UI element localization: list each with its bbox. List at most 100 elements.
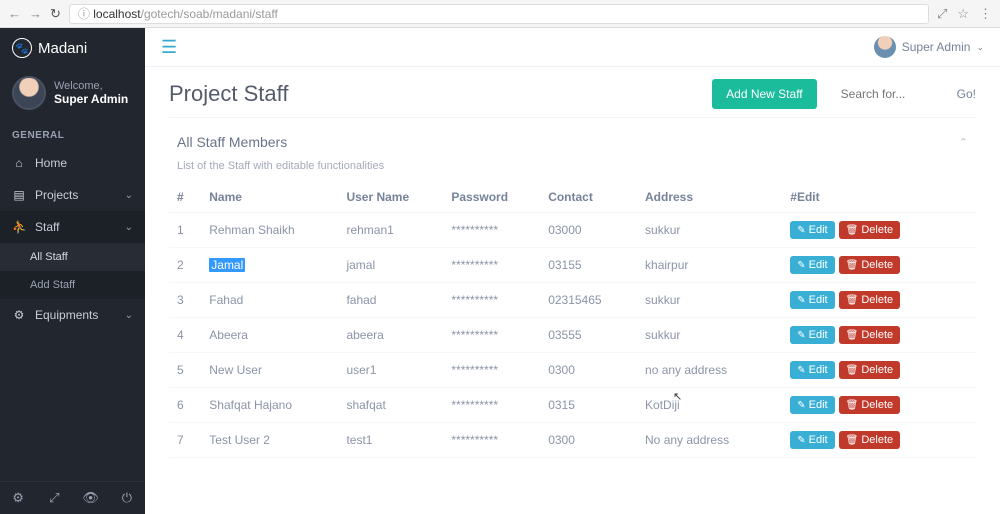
sidebar-item-label: Staff: [35, 220, 59, 234]
chevron-down-icon: ⌄: [125, 190, 133, 201]
cell-username: rehman1: [338, 213, 443, 248]
cell-name: Abeera: [201, 318, 338, 353]
settings-icon[interactable]: ⚙: [0, 481, 36, 514]
paw-icon: 🐾: [12, 38, 32, 58]
cell-contact: 03555: [540, 318, 637, 353]
fullscreen-icon[interactable]: ⤢: [36, 481, 72, 514]
cell-password: **********: [443, 283, 540, 318]
user-name: Super Admin: [54, 92, 128, 106]
edit-button[interactable]: ✎ Edit: [790, 431, 834, 449]
edit-button[interactable]: ✎ Edit: [790, 361, 834, 379]
edit-button[interactable]: ✎ Edit: [790, 291, 834, 309]
hamburger-icon[interactable]: ☰: [161, 37, 177, 58]
col-edit: #Edit: [782, 182, 976, 213]
submenu-all-staff[interactable]: All Staff: [0, 243, 145, 271]
sidebar-item-label: Home: [35, 156, 67, 170]
edit-button[interactable]: ✎ Edit: [790, 221, 834, 239]
chevron-down-icon: ⌄: [125, 222, 133, 233]
gears-icon: ⚙: [12, 308, 26, 322]
cell-num: 6: [169, 388, 201, 423]
cell-name: Shafqat Hajano: [201, 388, 338, 423]
cell-actions: ✎ Edit 🗑 Delete: [782, 283, 976, 318]
power-icon[interactable]: ⏻: [109, 481, 145, 514]
url-path: /gotech/soab/madani/staff: [141, 7, 278, 21]
edit-button[interactable]: ✎ Edit: [790, 256, 834, 274]
cell-password: **********: [443, 213, 540, 248]
pencil-icon: ✎: [797, 400, 805, 411]
trash-icon: 🗑: [846, 435, 859, 446]
cell-username: user1: [338, 353, 443, 388]
submenu-add-staff[interactable]: Add Staff: [0, 271, 145, 299]
zoom-icon[interactable]: ⤢: [937, 6, 947, 22]
pencil-icon: ✎: [797, 225, 805, 236]
cell-address: khairpur: [637, 248, 782, 283]
brand-name: Madani: [38, 40, 87, 57]
edit-button[interactable]: ✎ Edit: [790, 396, 834, 414]
menu-dots-icon[interactable]: ⋮: [979, 6, 992, 22]
cell-username: shafqat: [338, 388, 443, 423]
trash-icon: 🗑: [846, 260, 859, 271]
edit-button[interactable]: ✎ Edit: [790, 326, 834, 344]
reload-icon[interactable]: ↻: [50, 6, 61, 22]
cell-num: 4: [169, 318, 201, 353]
sidebar-item-home[interactable]: ⌂Home: [0, 147, 145, 179]
delete-button[interactable]: 🗑 Delete: [839, 256, 901, 274]
topbar-user-label: Super Admin: [902, 40, 971, 54]
staff-panel: All Staff Members ⌃ List of the Staff wi…: [169, 117, 976, 458]
delete-button[interactable]: 🗑 Delete: [839, 221, 901, 239]
star-icon[interactable]: ☆: [957, 6, 969, 22]
delete-button[interactable]: 🗑 Delete: [839, 431, 901, 449]
page-header: Project Staff Add New Staff Go!: [145, 67, 1000, 117]
cell-num: 5: [169, 353, 201, 388]
delete-button[interactable]: 🗑 Delete: [839, 326, 901, 344]
cell-actions: ✎ Edit 🗑 Delete: [782, 248, 976, 283]
panel-subtitle: List of the Staff with editable function…: [169, 156, 976, 182]
trash-icon: 🗑: [846, 330, 859, 341]
browser-chrome: ← → ↻ ⓘ localhost /gotech/soab/madani/st…: [0, 0, 1000, 28]
back-icon[interactable]: ←: [8, 6, 21, 21]
cell-contact: 03000: [540, 213, 637, 248]
search-go-button[interactable]: Go!: [957, 87, 976, 101]
cell-name: Test User 2: [201, 423, 338, 458]
cell-password: **********: [443, 248, 540, 283]
delete-button[interactable]: 🗑 Delete: [839, 291, 901, 309]
search-input[interactable]: [837, 81, 947, 108]
main: ☰ Super Admin ⌄ Project Staff Add New St…: [145, 28, 1000, 514]
projects-icon: ▤: [12, 188, 26, 202]
sidebar-item-projects[interactable]: ▤Projects ⌄: [0, 179, 145, 211]
sidebar-item-equipments[interactable]: ⚙Equipments ⌄: [0, 299, 145, 331]
table-row: 7Test User 2test1**********0300No any ad…: [169, 423, 976, 458]
delete-button[interactable]: 🗑 Delete: [839, 361, 901, 379]
cell-password: **********: [443, 353, 540, 388]
cell-username: abeera: [338, 318, 443, 353]
trash-icon: 🗑: [846, 295, 859, 306]
cell-address: no any address: [637, 353, 782, 388]
cell-num: 1: [169, 213, 201, 248]
topbar-user-menu[interactable]: Super Admin ⌄: [874, 36, 984, 58]
topbar: ☰ Super Admin ⌄: [145, 28, 1000, 67]
sidebar-item-staff[interactable]: ⛹Staff ⌄: [0, 211, 145, 243]
staff-submenu: All Staff Add Staff: [0, 243, 145, 299]
lock-icon[interactable]: 👁: [73, 481, 109, 514]
table-row: 6Shafqat Hajanoshafqat**********0315KotD…: [169, 388, 976, 423]
trash-icon: 🗑: [846, 400, 859, 411]
page-title: Project Staff: [169, 81, 288, 107]
delete-button[interactable]: 🗑 Delete: [839, 396, 901, 414]
avatar: [874, 36, 896, 58]
add-new-staff-button[interactable]: Add New Staff: [712, 79, 817, 109]
cell-contact: 0300: [540, 353, 637, 388]
brand[interactable]: 🐾 Madani: [0, 28, 145, 68]
table-row: 5New Useruser1**********0300no any addre…: [169, 353, 976, 388]
url-bar[interactable]: ⓘ localhost /gotech/soab/madani/staff: [69, 4, 929, 24]
cell-username: fahad: [338, 283, 443, 318]
chevron-down-icon: ⌄: [125, 310, 133, 321]
sidebar: 🐾 Madani Welcome, Super Admin GENERAL ⌂H…: [0, 28, 145, 514]
cell-actions: ✎ Edit 🗑 Delete: [782, 423, 976, 458]
cell-address: KotDiji↖: [637, 388, 782, 423]
cell-address: No any address: [637, 423, 782, 458]
forward-icon[interactable]: →: [29, 6, 42, 21]
chevron-up-icon[interactable]: ⌃: [959, 136, 968, 149]
cell-password: **********: [443, 423, 540, 458]
panel-title: All Staff Members: [177, 134, 287, 150]
pencil-icon: ✎: [797, 330, 805, 341]
